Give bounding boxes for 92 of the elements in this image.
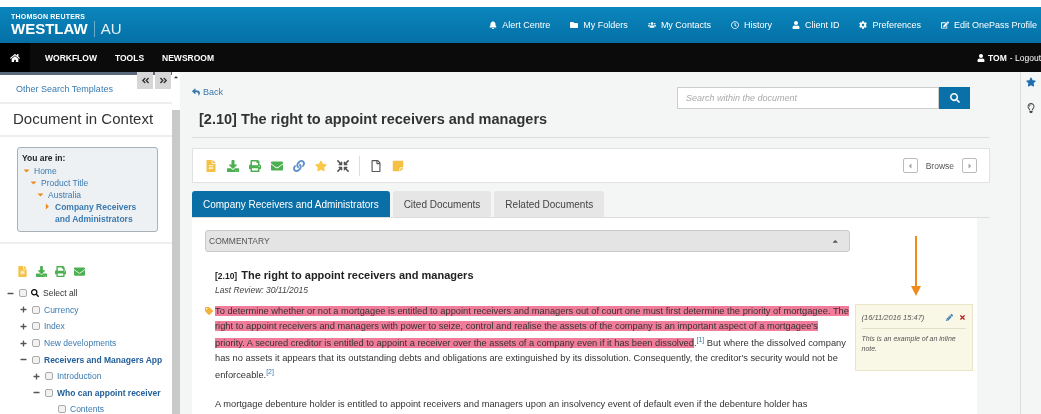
breadcrumb-link[interactable]: Company Receivers and Administrators xyxy=(43,201,153,225)
expand-button[interactable] xyxy=(155,72,171,89)
logout-link[interactable]: - Logout xyxy=(1009,52,1041,63)
document-icon[interactable] xyxy=(17,266,28,277)
header-link[interactable]: My Contacts xyxy=(647,20,711,30)
print-icon[interactable] xyxy=(55,266,66,277)
caret-left-icon xyxy=(906,161,915,170)
header-link[interactable]: Preferences xyxy=(859,20,921,30)
bell-icon xyxy=(489,21,498,29)
user-icon xyxy=(791,21,800,29)
breadcrumb-link[interactable]: Home xyxy=(22,165,153,177)
lightbulb-icon[interactable] xyxy=(1026,103,1036,113)
edit-icon[interactable] xyxy=(945,314,953,321)
users-icon xyxy=(647,21,656,29)
compress-icon[interactable] xyxy=(337,159,349,172)
user-icon xyxy=(977,53,986,62)
section-header[interactable]: COMMENTARY xyxy=(205,230,850,252)
checkbox[interactable] xyxy=(45,388,53,397)
nav-item[interactable]: WORKFLOW xyxy=(36,52,106,63)
tree-item[interactable]: Receivers and Managers App xyxy=(44,354,163,365)
expand-icon[interactable] xyxy=(19,323,28,330)
star-icon[interactable] xyxy=(1026,77,1036,87)
tree-item[interactable]: New developments xyxy=(44,338,117,349)
logo-text: AU xyxy=(100,20,122,37)
header-link[interactable]: Client ID xyxy=(791,20,840,30)
checkbox[interactable] xyxy=(19,289,27,298)
nav-item[interactable]: TOOLS xyxy=(105,52,154,63)
checkbox[interactable] xyxy=(32,339,40,348)
double-left-icon xyxy=(140,76,150,85)
caret-right-icon xyxy=(43,202,52,211)
page-icon[interactable] xyxy=(370,159,382,172)
next-button[interactable] xyxy=(962,158,977,173)
tree-item[interactable]: Currency xyxy=(44,304,79,315)
tree-item[interactable]: Contents xyxy=(70,404,105,414)
section-heading: The right to appoint receivers and managers xyxy=(241,269,474,281)
tag-icon[interactable] xyxy=(205,307,213,315)
tree-item[interactable]: Who can appoint receiver xyxy=(57,387,161,398)
checkbox[interactable] xyxy=(58,405,66,414)
print-icon[interactable] xyxy=(249,159,261,172)
back-arrow-icon xyxy=(192,88,200,96)
nav-item[interactable]: NEWSROOM xyxy=(153,52,223,63)
tab[interactable]: Related Documents xyxy=(494,191,605,217)
download-icon[interactable] xyxy=(36,266,47,277)
note-icon[interactable] xyxy=(392,159,404,172)
expand-icon[interactable] xyxy=(32,372,41,380)
link-icon[interactable] xyxy=(293,159,305,172)
tree-item[interactable]: Introduction xyxy=(57,371,102,382)
header-link[interactable]: Edit OnePass Profile xyxy=(940,20,1037,30)
double-right-icon xyxy=(158,76,168,85)
search-button[interactable] xyxy=(939,87,970,109)
expand-icon[interactable] xyxy=(19,339,28,347)
user-name: TOM xyxy=(988,52,1007,63)
gear-icon xyxy=(859,21,868,29)
clock-icon xyxy=(730,21,739,29)
previous-button[interactable] xyxy=(902,158,918,173)
header-link[interactable]: History xyxy=(730,20,772,30)
breadcrumb-link[interactable]: Product Title xyxy=(29,177,153,189)
paragraph: A mortgage debenture holder is entitled to appoint receivers and managers upon an insolvency event of default even if the debenture holder has xyxy=(215,397,809,411)
star-icon[interactable] xyxy=(315,159,327,172)
browse-label: Browse xyxy=(925,160,954,171)
header-link[interactable]: My Folders xyxy=(570,20,628,30)
download-icon[interactable] xyxy=(227,159,239,172)
search-field[interactable]: Search within the document xyxy=(677,87,939,109)
tab[interactable]: Company Receivers and Administrators xyxy=(192,191,390,217)
caret-up-icon xyxy=(173,74,179,80)
checkbox[interactable] xyxy=(32,305,40,314)
logo-text: WESTLAW xyxy=(11,20,88,37)
close-icon[interactable] xyxy=(958,314,966,321)
header-link[interactable]: Alert Centre xyxy=(489,20,551,30)
collapse-button[interactable] xyxy=(137,72,153,89)
arrow-drawing xyxy=(911,236,921,296)
home-button[interactable] xyxy=(0,43,30,72)
review-date: Last Review: 30/11/2015 xyxy=(215,285,309,295)
folder-icon xyxy=(570,21,579,29)
section-number: [2.10] xyxy=(215,271,238,281)
tab[interactable]: Cited Documents xyxy=(392,191,492,217)
tree-item[interactable]: Index xyxy=(44,321,65,332)
checkbox[interactable] xyxy=(45,372,53,381)
expand-icon[interactable] xyxy=(19,306,28,314)
search-icon xyxy=(31,289,39,298)
email-icon[interactable] xyxy=(74,266,85,277)
email-icon[interactable] xyxy=(271,159,283,172)
checkbox[interactable] xyxy=(32,322,40,331)
context-heading: You are in: xyxy=(22,153,67,163)
checkbox[interactable] xyxy=(32,355,40,364)
breadcrumb-link[interactable]: Australia xyxy=(36,189,153,201)
edit-icon xyxy=(940,21,949,29)
home-icon xyxy=(10,52,20,63)
tree-item[interactable]: Select all xyxy=(43,288,78,299)
document-title: [2.10] The right to appoint receivers and managers xyxy=(199,111,548,127)
document-icon[interactable] xyxy=(205,159,217,172)
search-icon xyxy=(949,93,960,103)
